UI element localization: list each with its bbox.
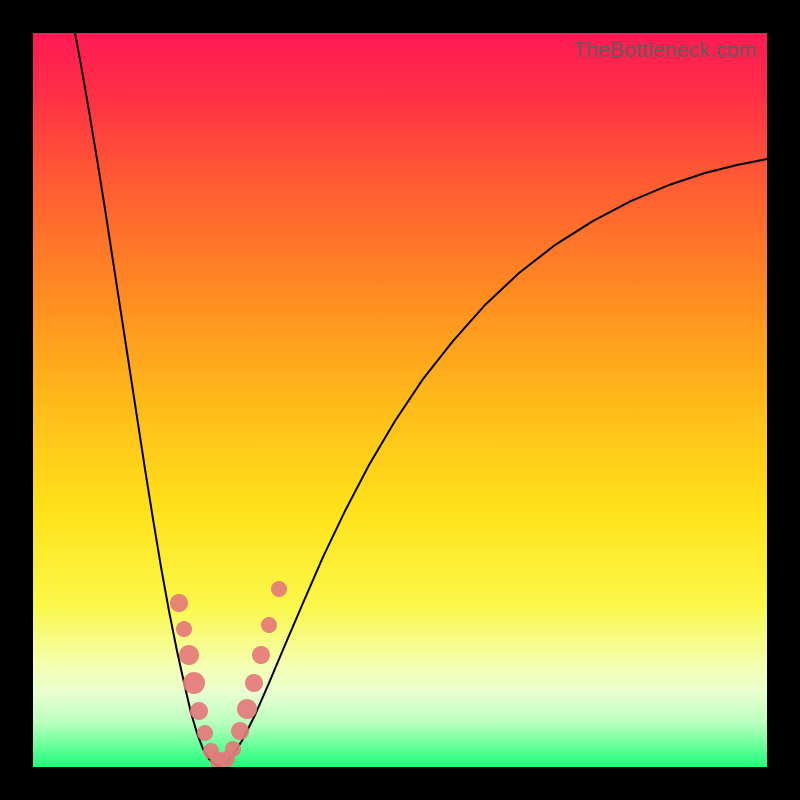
marker-dot — [225, 741, 241, 757]
marker-dot — [176, 621, 192, 637]
marker-dot — [183, 672, 205, 694]
marker-dot — [237, 699, 257, 719]
marker-dot — [179, 645, 199, 665]
marker-dot — [197, 725, 213, 741]
marker-group — [170, 581, 287, 767]
curve-right-branch — [219, 159, 767, 766]
plot-area: TheBottleneck.com — [33, 33, 767, 767]
marker-dot — [261, 617, 277, 633]
marker-dot — [271, 581, 287, 597]
outer-frame: TheBottleneck.com — [0, 0, 800, 800]
marker-dot — [231, 722, 249, 740]
watermark-text: TheBottleneck.com — [574, 39, 757, 63]
marker-dot — [170, 594, 188, 612]
chart-svg — [33, 33, 767, 767]
marker-dot — [245, 674, 263, 692]
marker-dot — [190, 702, 208, 720]
marker-dot — [252, 646, 270, 664]
